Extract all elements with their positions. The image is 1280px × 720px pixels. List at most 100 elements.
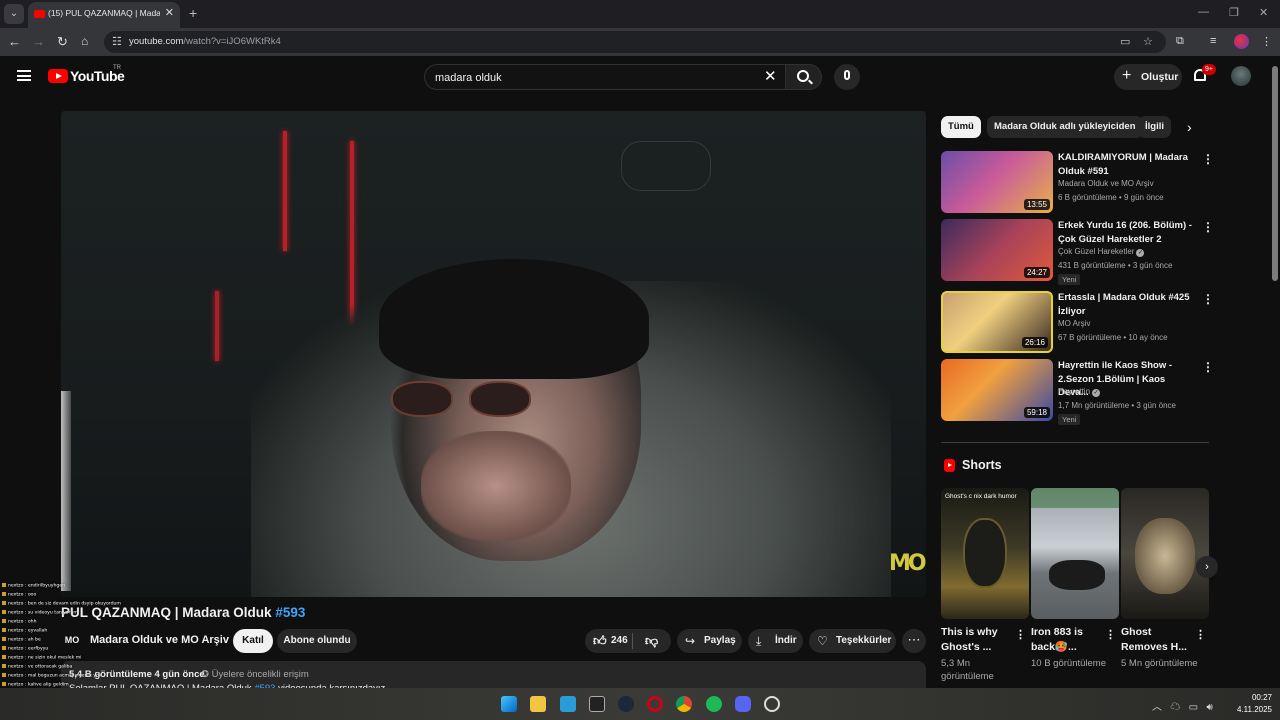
channel-name[interactable]: Madara Olduk ve MO Arşiv bbox=[1058, 179, 1193, 188]
guide-menu-icon[interactable] bbox=[17, 70, 31, 81]
video-thumbnail[interactable]: 59:18 bbox=[941, 359, 1053, 421]
cast-icon[interactable]: ▭ bbox=[1120, 35, 1130, 48]
video-title[interactable]: Ertassla | Madara Olduk #425 İzliyor bbox=[1058, 291, 1193, 318]
channel-watermark[interactable]: MO bbox=[889, 551, 926, 576]
channel-name[interactable]: Çok Güzel Hareketler ✓ bbox=[1058, 247, 1193, 257]
more-actions-button[interactable]: ⋯ bbox=[902, 629, 926, 653]
chat-badge-icon bbox=[2, 583, 6, 587]
address-bar[interactable]: ☷ youtube.com/watch?v=iJO6WKtRk4 ▭ ☆ bbox=[104, 31, 1166, 53]
notepad-icon[interactable] bbox=[560, 696, 576, 712]
recommendation-card[interactable]: 13:55 KALDIRAMIYORUM | Madara Olduk #591 M… bbox=[941, 151, 1216, 213]
close-window-icon[interactable]: ✕ bbox=[1259, 6, 1268, 19]
thumbs-up-icon[interactable]: 👍︎ bbox=[593, 629, 607, 653]
video-meta: 1,7 Mn görüntüleme • 3 gün önce bbox=[1058, 401, 1176, 410]
clock-date[interactable]: 4.11.2025 bbox=[1226, 705, 1272, 714]
spotify-icon[interactable] bbox=[706, 696, 722, 712]
short-menu-icon[interactable]: ⋮ bbox=[1015, 628, 1026, 641]
video-title[interactable]: Erkek Yurdu 16 (206. Bölüm) - Çok Güzel … bbox=[1058, 219, 1193, 246]
video-person-hair bbox=[379, 259, 649, 379]
thumbs-down-icon[interactable]: 👎︎ bbox=[645, 629, 658, 653]
browser-menu-icon[interactable]: ⋮ bbox=[1261, 35, 1272, 48]
share-button[interactable]: ↪ Paylaş bbox=[677, 629, 742, 653]
short-menu-icon[interactable]: ⋮ bbox=[1105, 628, 1116, 641]
recommendation-card[interactable]: 24:27 Erkek Yurdu 16 (206. Bölüm) - Çok G… bbox=[941, 219, 1216, 285]
chat-badge-icon bbox=[2, 601, 6, 605]
clear-search-icon[interactable]: ✕ bbox=[764, 67, 777, 85]
subscribed-button[interactable]: Abone olundu bbox=[277, 629, 357, 653]
opera-gx-icon[interactable] bbox=[647, 696, 663, 712]
minimize-window-icon[interactable]: — bbox=[1198, 6, 1209, 18]
channel-name[interactable]: MO Arşiv bbox=[1058, 319, 1193, 328]
clock-time[interactable]: 00:27 bbox=[1236, 693, 1272, 702]
browser-tab-active[interactable]: (15) PUL QAZANMAQ | Madara ✕ bbox=[28, 2, 180, 28]
tab-search-button[interactable]: ⌄ bbox=[4, 4, 24, 24]
short-thumbnail[interactable] bbox=[1121, 488, 1209, 619]
video-neon-light bbox=[283, 131, 287, 251]
chat-message-text: nextzo : su videoyu tanıyorum bbox=[8, 610, 78, 616]
game-launcher-icon[interactable] bbox=[764, 696, 780, 712]
kebab-menu-icon[interactable]: ⋮ bbox=[1202, 152, 1214, 166]
reload-icon[interactable]: ↻ bbox=[57, 34, 68, 50]
bookmark-star-icon[interactable]: ☆ bbox=[1143, 35, 1153, 48]
close-tab-icon[interactable]: ✕ bbox=[165, 6, 174, 19]
youtube-logo-icon[interactable] bbox=[48, 69, 68, 83]
back-icon[interactable]: ← bbox=[8, 34, 21, 49]
system-tray[interactable]: ︿ ☁ ▭ 🔊︎ bbox=[1152, 698, 1213, 713]
video-thumbnail[interactable]: 24:27 bbox=[941, 219, 1053, 281]
chip-related[interactable]: İlgili bbox=[1138, 116, 1171, 138]
restore-window-icon[interactable]: ❐ bbox=[1229, 6, 1239, 19]
media-control-icon[interactable]: ≡ bbox=[1210, 35, 1216, 47]
chat-message: nextzo : su videoyu tanıyorum bbox=[2, 610, 78, 616]
forward-icon[interactable]: → bbox=[32, 34, 45, 49]
new-tab-button[interactable]: + bbox=[189, 5, 197, 21]
create-button[interactable]: + Oluştur bbox=[1114, 64, 1182, 90]
home-icon[interactable]: ⌂ bbox=[81, 34, 88, 48]
video-title-hashtag[interactable]: #593 bbox=[275, 605, 305, 620]
like-count[interactable]: 246 bbox=[611, 629, 628, 653]
short-title[interactable]: Ghost Removes H... bbox=[1121, 625, 1193, 655]
page-scrollbar[interactable] bbox=[1270, 56, 1280, 688]
kebab-menu-icon[interactable]: ⋮ bbox=[1202, 220, 1214, 234]
extensions-icon[interactable]: ⧉ bbox=[1176, 35, 1184, 48]
browser-profile-avatar[interactable] bbox=[1234, 34, 1249, 49]
like-dislike-group: 👍︎ 246 👎︎ bbox=[585, 629, 671, 653]
chrome-icon[interactable] bbox=[676, 696, 692, 712]
chip-all[interactable]: Tümü bbox=[941, 116, 981, 138]
download-button[interactable]: ⤓ İndir bbox=[748, 629, 803, 653]
join-button[interactable]: Katıl bbox=[233, 629, 273, 653]
kebab-menu-icon[interactable]: ⋮ bbox=[1202, 292, 1214, 306]
site-info-icon[interactable]: ☷ bbox=[112, 35, 122, 48]
recommendation-card[interactable]: 59:18 Hayrettin ile Kaos Show - 2.Sezon 1… bbox=[941, 359, 1216, 425]
short-title[interactable]: Iron 883 is back🥵... bbox=[1031, 625, 1103, 655]
chip-from-uploader[interactable]: Madara Olduk adlı yükleyiciden bbox=[987, 116, 1143, 138]
kebab-menu-icon[interactable]: ⋮ bbox=[1202, 360, 1214, 374]
shorts-next-chevron-icon[interactable]: › bbox=[1196, 556, 1218, 578]
video-thumbnail[interactable]: 13:55 bbox=[941, 151, 1053, 213]
channel-name[interactable]: Hayrettin ✓ bbox=[1058, 387, 1193, 397]
search-input[interactable] bbox=[435, 69, 755, 86]
chat-message-text: nextzo : ooo bbox=[8, 592, 37, 598]
search-button[interactable] bbox=[786, 64, 822, 90]
download-icon: ⤓ bbox=[756, 634, 762, 648]
video-player[interactable]: MO bbox=[61, 111, 926, 597]
file-explorer-icon[interactable] bbox=[530, 696, 546, 712]
short-title[interactable]: This is why Ghost's ... bbox=[941, 625, 1013, 655]
chat-message-text: nextzo : eerfbyyu bbox=[8, 646, 49, 652]
scrollbar-thumb[interactable] bbox=[1272, 66, 1278, 281]
chat-message-text: nextzo : eyvallah bbox=[8, 628, 48, 634]
video-title[interactable]: KALDIRAMIYORUM | Madara Olduk #591 bbox=[1058, 151, 1193, 178]
short-thumbnail[interactable]: Ghost's c nix dark humor bbox=[941, 488, 1029, 619]
windows-start-icon[interactable] bbox=[501, 696, 517, 712]
thanks-button[interactable]: ♡ Teşekkürler bbox=[809, 629, 896, 653]
short-menu-icon[interactable]: ⋮ bbox=[1195, 628, 1206, 641]
short-thumbnail[interactable] bbox=[1031, 488, 1119, 619]
recommendation-card[interactable]: 26:16 Ertassla | Madara Olduk #425 İzliyo… bbox=[941, 291, 1216, 353]
account-avatar[interactable] bbox=[1231, 66, 1251, 86]
steam-icon[interactable] bbox=[618, 696, 634, 712]
youtube-masthead: YouTube TR ✕ + Oluştur 9+ bbox=[0, 56, 1270, 98]
chips-next-chevron-icon[interactable]: › bbox=[1187, 119, 1192, 135]
video-thumbnail[interactable]: 26:16 bbox=[941, 291, 1053, 353]
epic-games-icon[interactable] bbox=[589, 696, 605, 712]
voice-search-button[interactable] bbox=[834, 64, 860, 90]
discord-icon[interactable] bbox=[735, 696, 751, 712]
